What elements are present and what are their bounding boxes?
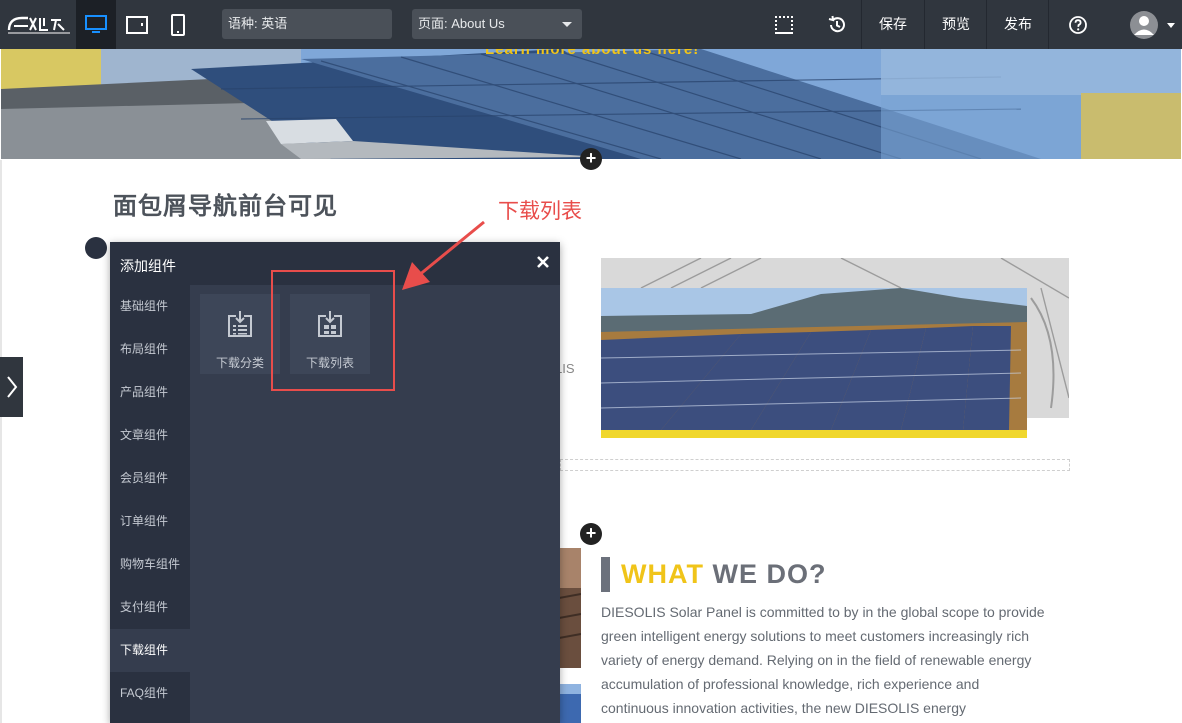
panel-header: 添加组件 bbox=[110, 242, 560, 285]
title-rest: WE DO? bbox=[712, 559, 827, 589]
title-highlight: WHAT bbox=[621, 559, 704, 589]
publish-button[interactable]: 发布 bbox=[987, 0, 1049, 49]
category-cart[interactable]: 购物车组件 bbox=[110, 543, 190, 586]
component-label: 下载分类 bbox=[215, 356, 264, 370]
category-layout[interactable]: 布局组件 bbox=[110, 328, 190, 371]
save-button[interactable]: 保存 bbox=[862, 0, 924, 49]
body-line: green intelligent energy solutions to me… bbox=[601, 628, 1029, 644]
grid-toggle-button[interactable] bbox=[761, 0, 807, 49]
body-line: accumulation of professional knowledge, … bbox=[601, 676, 980, 692]
history-button[interactable] bbox=[814, 0, 860, 49]
category-faq[interactable]: FAQ组件 bbox=[110, 672, 190, 715]
chevron-right-icon bbox=[6, 376, 17, 398]
category-member[interactable]: 会员组件 bbox=[110, 457, 190, 500]
chevron-down-icon bbox=[562, 22, 572, 27]
mobile-icon bbox=[171, 13, 185, 36]
category-product[interactable]: 产品组件 bbox=[110, 371, 190, 414]
desktop-icon bbox=[85, 14, 107, 33]
add-section-button[interactable]: + bbox=[580, 148, 602, 170]
solar-farm-image bbox=[600, 257, 1070, 438]
desktop-view-button[interactable] bbox=[76, 0, 116, 49]
what-we-do-body: DIESOLIS Solar Panel is committed to by … bbox=[601, 600, 1061, 720]
body-line: continuous innovation activities, the ne… bbox=[601, 700, 966, 716]
what-we-do-title: WHAT WE DO? bbox=[621, 559, 827, 590]
drag-handle[interactable] bbox=[85, 237, 107, 259]
section-side-image bbox=[559, 548, 581, 668]
brand-logo[interactable] bbox=[6, 12, 72, 36]
download-category-icon bbox=[228, 311, 252, 337]
panel-title: 添加组件 bbox=[120, 258, 176, 274]
category-list: 基础组件 布局组件 产品组件 文章组件 会员组件 订单组件 购物车组件 支付组件… bbox=[110, 285, 190, 723]
category-download[interactable]: 下载组件 bbox=[110, 629, 190, 672]
preview-button[interactable]: 预览 bbox=[925, 0, 987, 49]
grid-icon bbox=[775, 15, 793, 34]
language-value: 英语 bbox=[261, 16, 288, 31]
body-line: variety of energy demand. Relying on in … bbox=[601, 652, 1032, 668]
annotation-label: 下载列表 bbox=[498, 200, 582, 223]
history-icon bbox=[828, 15, 845, 32]
download-list-icon bbox=[318, 311, 342, 337]
language-select[interactable]: 语种: 英语 bbox=[222, 9, 392, 39]
user-menu-button[interactable] bbox=[1122, 0, 1182, 49]
component-download-category[interactable]: 下载分类 bbox=[200, 294, 280, 374]
page-value: About Us bbox=[451, 16, 505, 31]
canvas-left-edge bbox=[0, 160, 2, 723]
empty-container-placeholder[interactable] bbox=[560, 459, 1070, 471]
solar-roof-image bbox=[1, 49, 1181, 159]
avatar-icon bbox=[1130, 10, 1175, 39]
editor-root: 语种: 英语 页面: About Us 保存 预览 发布 Learn more … bbox=[0, 0, 1182, 723]
category-article[interactable]: 文章组件 bbox=[110, 414, 190, 457]
help-button[interactable] bbox=[1055, 0, 1101, 49]
help-icon bbox=[1069, 15, 1087, 34]
breadcrumb-title: 面包屑导航前台可见 bbox=[113, 193, 338, 220]
hero-banner: Learn more about us here! bbox=[1, 49, 1181, 159]
category-basic[interactable]: 基础组件 bbox=[110, 285, 190, 328]
mobile-view-button[interactable] bbox=[158, 0, 198, 49]
page-select[interactable]: 页面: About Us bbox=[412, 9, 582, 39]
close-icon[interactable] bbox=[534, 253, 552, 271]
hero-text: Learn more about us here! bbox=[485, 49, 700, 58]
section-accent-bar bbox=[601, 557, 610, 592]
category-payment[interactable]: 支付组件 bbox=[110, 586, 190, 629]
add-component-panel: 添加组件 基础组件 布局组件 产品组件 文章组件 会员组件 订单组件 购物车组件… bbox=[110, 242, 560, 723]
tablet-icon bbox=[126, 15, 148, 34]
language-label: 语种: bbox=[228, 16, 258, 31]
sidebar-expand-button[interactable] bbox=[0, 357, 23, 417]
page-label: 页面: bbox=[418, 16, 448, 31]
component-download-list[interactable]: 下载列表 bbox=[290, 294, 370, 374]
add-section-button-2[interactable]: + bbox=[580, 523, 602, 545]
tablet-view-button[interactable] bbox=[117, 0, 157, 49]
section-side-image-2 bbox=[559, 684, 581, 723]
top-toolbar: 语种: 英语 页面: About Us 保存 预览 发布 bbox=[0, 0, 1182, 49]
body-line: DIESOLIS Solar Panel is committed to by … bbox=[601, 604, 1045, 620]
component-label: 下载列表 bbox=[305, 356, 354, 370]
category-order[interactable]: 订单组件 bbox=[110, 500, 190, 543]
